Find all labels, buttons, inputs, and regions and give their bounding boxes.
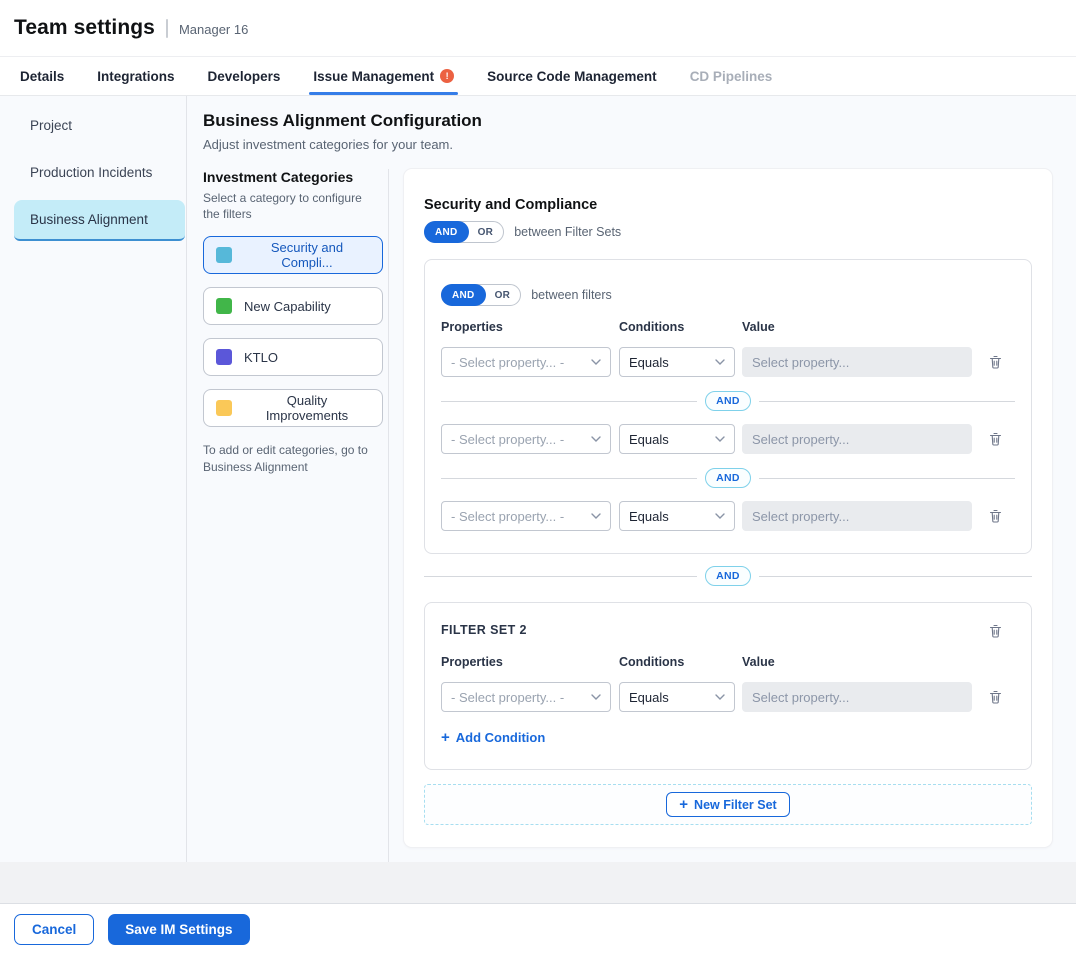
and-connector-between-sets: AND <box>424 566 1032 586</box>
filter-panel: Security and Compliance AND OR between F… <box>404 169 1052 847</box>
plus-icon: + <box>441 730 450 745</box>
property-select[interactable]: - Select property... - <box>441 682 611 712</box>
tab-source-code-management[interactable]: Source Code Management <box>487 57 657 95</box>
sidebar-item-project[interactable]: Project <box>14 106 185 145</box>
categories-helper-text: Select a category to configure the filte… <box>203 190 375 222</box>
property-select[interactable]: - Select property... - <box>441 501 611 531</box>
and-connector: AND <box>441 468 1015 488</box>
delete-filter-button[interactable] <box>986 429 1005 449</box>
warning-badge-icon: ! <box>440 69 454 83</box>
condition-select[interactable]: Equals <box>619 424 735 454</box>
trash-icon <box>988 623 1003 639</box>
category-button-ktlo[interactable]: KTLO <box>203 338 383 376</box>
value-input[interactable] <box>742 424 972 454</box>
category-color-swatch <box>216 298 232 314</box>
plus-icon: + <box>679 797 688 812</box>
chevron-down-icon <box>715 694 725 700</box>
property-select[interactable]: - Select property... - <box>441 347 611 377</box>
category-button-quality-improvements[interactable]: Quality Improvements <box>203 389 383 427</box>
toggle-suffix-label: between filters <box>531 288 612 302</box>
toggle-or-option[interactable]: OR <box>484 284 522 306</box>
main-region: Business Alignment Configuration Adjust … <box>187 96 1076 862</box>
chevron-down-icon <box>591 513 601 519</box>
filter-row: - Select property... - Equals <box>441 682 1015 712</box>
chevron-down-icon <box>715 436 725 442</box>
title-divider <box>166 19 168 38</box>
content-area: Project Production Incidents Business Al… <box>0 96 1076 862</box>
new-filter-set-button[interactable]: + New Filter Set <box>666 792 789 817</box>
and-or-toggle-filters[interactable]: AND OR <box>441 284 521 306</box>
investment-categories-column: Investment Categories Select a category … <box>203 169 389 862</box>
trash-icon <box>988 431 1003 447</box>
tab-bar: Details Integrations Developers Issue Ma… <box>0 57 1076 96</box>
section-title: Business Alignment Configuration <box>203 111 1052 131</box>
filter-set-2-title: FILTER SET 2 <box>441 621 527 637</box>
toggle-or-option[interactable]: OR <box>467 221 505 243</box>
and-connector: AND <box>441 391 1015 411</box>
tab-integrations[interactable]: Integrations <box>97 57 174 95</box>
settings-sidebar: Project Production Incidents Business Al… <box>0 96 187 862</box>
value-input[interactable] <box>742 347 972 377</box>
delete-filter-button[interactable] <box>986 506 1005 526</box>
categories-footnote: To add or edit categories, go to Busines… <box>203 442 371 476</box>
tab-developers[interactable]: Developers <box>208 57 281 95</box>
sidebar-item-business-alignment[interactable]: Business Alignment <box>14 200 185 241</box>
tab-cd-pipelines: CD Pipelines <box>690 57 773 95</box>
tab-issue-management[interactable]: Issue Management ! <box>313 57 454 95</box>
filter-panel-wrap: Security and Compliance AND OR between F… <box>389 169 1052 862</box>
sidebar-item-production-incidents[interactable]: Production Incidents <box>14 153 185 192</box>
delete-filter-set-button[interactable] <box>986 621 1005 641</box>
condition-select[interactable]: Equals <box>619 501 735 531</box>
delete-filter-button[interactable] <box>986 352 1005 372</box>
selected-category-title: Security and Compliance <box>424 197 1032 213</box>
chevron-down-icon <box>591 694 601 700</box>
bottom-strip <box>0 862 1076 904</box>
toggle-and-option[interactable]: AND <box>441 284 486 306</box>
condition-select[interactable]: Equals <box>619 682 735 712</box>
team-name: Manager 16 <box>179 20 248 37</box>
category-list: Security and Compli... New Capability KT… <box>203 236 388 427</box>
toggle-and-option[interactable]: AND <box>424 221 469 243</box>
trash-icon <box>988 689 1003 705</box>
condition-select[interactable]: Equals <box>619 347 735 377</box>
value-input[interactable] <box>742 682 972 712</box>
category-color-swatch <box>216 349 232 365</box>
trash-icon <box>988 354 1003 370</box>
filter-column-headers: Properties Conditions Value <box>441 655 1015 669</box>
value-input[interactable] <box>742 501 972 531</box>
filter-row: - Select property... - Equals <box>441 501 1015 531</box>
delete-filter-button[interactable] <box>986 687 1005 707</box>
chevron-down-icon <box>591 436 601 442</box>
filter-set-1: AND OR between filters Properties Condit… <box>424 259 1032 554</box>
category-button-security-and-compliance[interactable]: Security and Compli... <box>203 236 383 274</box>
category-button-new-capability[interactable]: New Capability <box>203 287 383 325</box>
cancel-button[interactable]: Cancel <box>14 914 94 945</box>
filter-row: - Select property... - Equals <box>441 347 1015 377</box>
and-or-toggle-filter-sets[interactable]: AND OR <box>424 221 504 243</box>
category-color-swatch <box>216 400 232 416</box>
tab-details[interactable]: Details <box>20 57 64 95</box>
chevron-down-icon <box>715 513 725 519</box>
footer-actions: Cancel Save IM Settings <box>0 904 1076 955</box>
section-subtitle: Adjust investment categories for your te… <box>203 137 1052 152</box>
save-im-settings-button[interactable]: Save IM Settings <box>108 914 249 945</box>
page-title: Team settings <box>14 16 155 40</box>
property-select[interactable]: - Select property... - <box>441 424 611 454</box>
filter-column-headers: Properties Conditions Value <box>441 320 1015 334</box>
chevron-down-icon <box>591 359 601 365</box>
filter-set-2: FILTER SET 2 Properties Conditions Value <box>424 602 1032 770</box>
add-condition-button[interactable]: + Add Condition <box>441 730 545 745</box>
toggle-suffix-label: between Filter Sets <box>514 225 621 239</box>
chevron-down-icon <box>715 359 725 365</box>
trash-icon <box>988 508 1003 524</box>
filter-row: - Select property... - Equals <box>441 424 1015 454</box>
app-header: Team settings Manager 16 <box>0 0 1076 57</box>
category-color-swatch <box>216 247 232 263</box>
categories-title: Investment Categories <box>203 169 388 185</box>
new-filter-set-dropzone: + New Filter Set <box>424 784 1032 825</box>
